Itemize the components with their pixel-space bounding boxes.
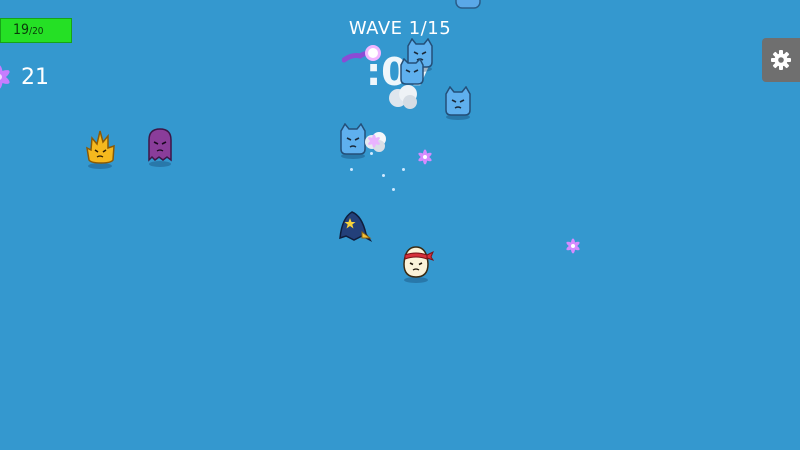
gem-pickup bbox=[416, 148, 434, 170]
gem-pickup bbox=[564, 237, 582, 259]
gem-pickup bbox=[366, 133, 382, 153]
enemy-blue-cat bbox=[455, 0, 481, 16]
settings-button[interactable] bbox=[762, 38, 800, 82]
health-bar: 19/20 bbox=[0, 18, 72, 43]
magic-projectile bbox=[341, 42, 382, 72]
explosion-puff bbox=[386, 82, 422, 116]
health-current: 19 bbox=[13, 22, 30, 38]
gem-icon bbox=[0, 60, 12, 94]
health-max: /20 bbox=[29, 26, 44, 37]
enemy-blue-cat bbox=[443, 85, 473, 124]
game-viewport[interactable]: 19/20 21 WAVE 1/15 :07 bbox=[0, 0, 800, 450]
sparkle-particle bbox=[382, 174, 385, 177]
gear-icon bbox=[771, 50, 791, 70]
gem-counter: 21 bbox=[0, 60, 49, 94]
enemy-yellow-spiky bbox=[84, 128, 118, 174]
enemy-purple-ghost bbox=[146, 126, 174, 172]
sparkle-particle bbox=[392, 188, 395, 191]
gem-count-value: 21 bbox=[21, 64, 49, 90]
player-egg-character bbox=[400, 244, 435, 288]
wave-indicator: WAVE 1/15 bbox=[348, 18, 452, 39]
sparkle-particle bbox=[350, 168, 353, 171]
wizard-hat-weapon bbox=[336, 208, 373, 248]
sparkle-particle bbox=[402, 168, 405, 171]
